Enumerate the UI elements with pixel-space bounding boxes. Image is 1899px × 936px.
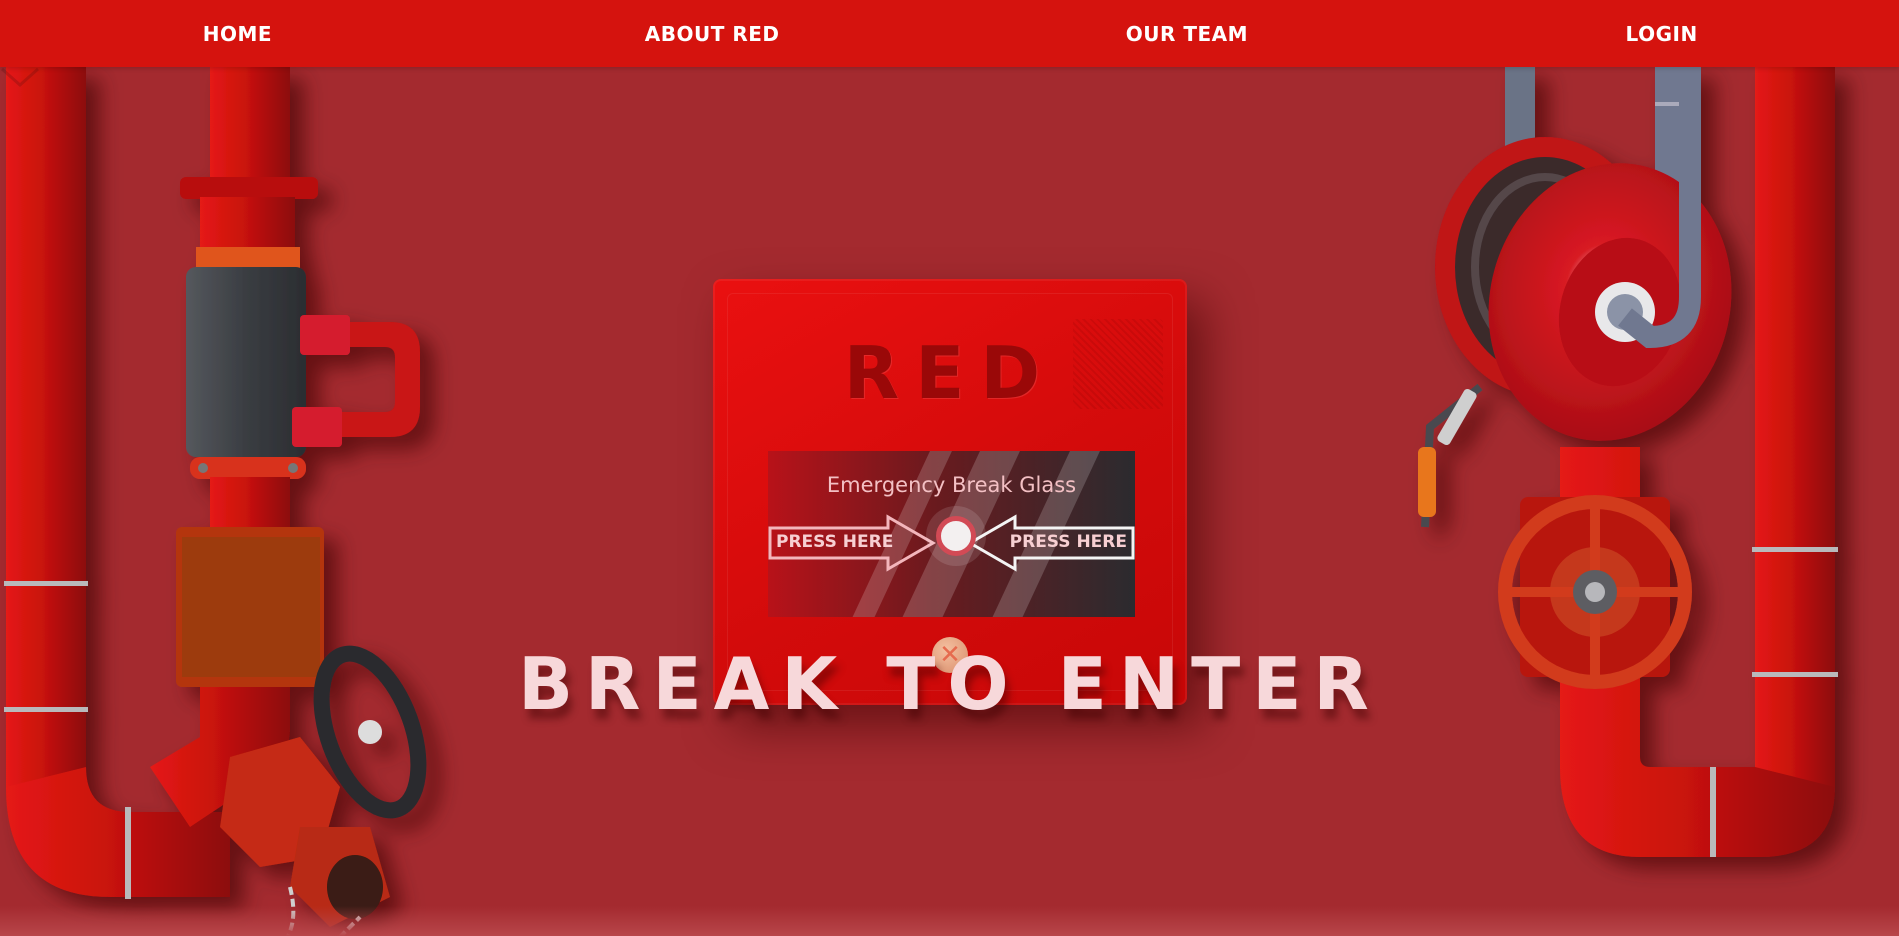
bottom-fade — [0, 906, 1899, 936]
glass-center-knob — [936, 516, 976, 556]
nav-login[interactable]: LOGIN — [1542, 22, 1782, 46]
nav-about-red[interactable]: ABOUT RED — [592, 22, 832, 46]
press-here-left: PRESS HERE — [776, 532, 894, 552]
nav-home[interactable]: HOME — [117, 22, 357, 46]
brand-logo: RED — [843, 331, 1057, 415]
left-pipe-assembly — [4, 67, 427, 936]
press-here-right: PRESS HERE — [1009, 532, 1127, 552]
top-nav: HOME ABOUT RED OUR TEAM LOGIN — [0, 0, 1899, 67]
right-pipe-assembly — [1418, 67, 1838, 857]
break-glass-button[interactable]: Emergency Break Glass PRESS HERE PRESS H… — [768, 451, 1135, 617]
chevron-down-icon[interactable] — [0, 67, 40, 87]
nav-our-team[interactable]: OUR TEAM — [1067, 22, 1307, 46]
hero-scene: RED Emergency Break Glass PRESS HERE PRE… — [0, 67, 1899, 936]
headline: BREAK TO ENTER — [518, 642, 1381, 726]
